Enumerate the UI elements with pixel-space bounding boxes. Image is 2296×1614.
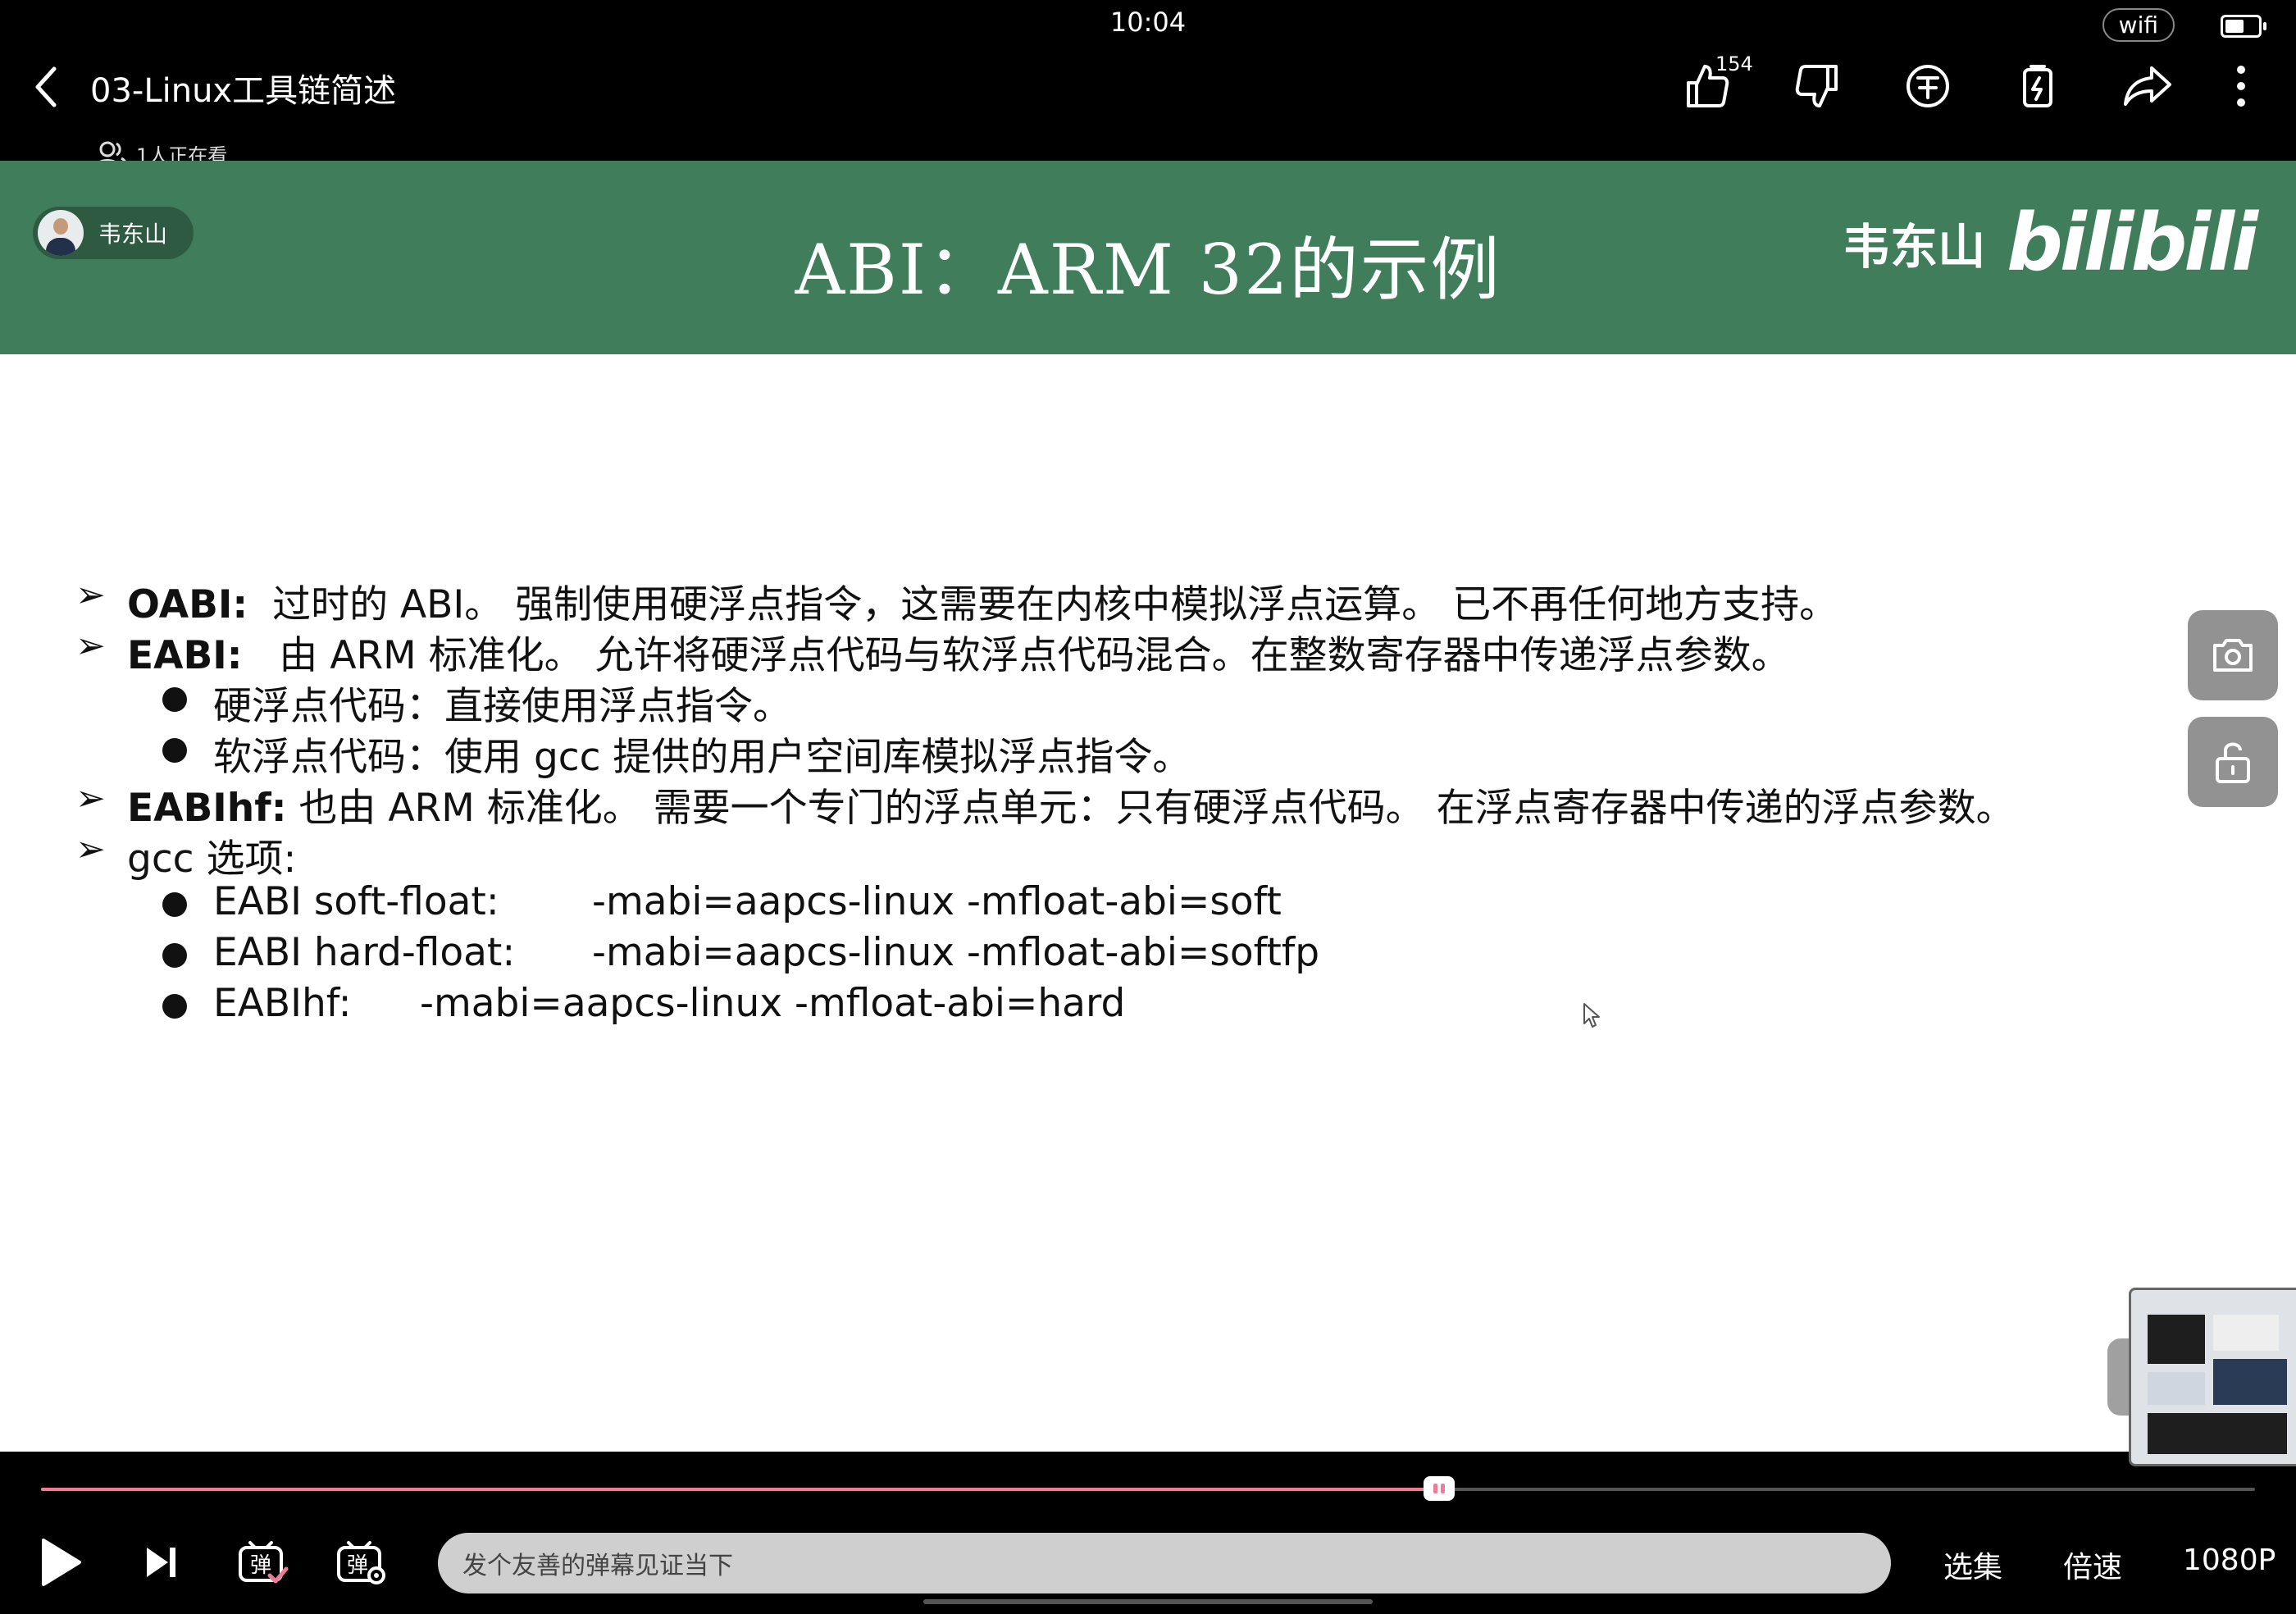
back-icon[interactable] — [28, 61, 67, 113]
dot-bullet-icon — [162, 687, 187, 712]
item-label: OABI: — [127, 582, 248, 627]
mouse-cursor-icon — [1583, 1002, 1601, 1032]
arrow-bullet-icon: ➢ — [75, 828, 106, 870]
item-label: EABIhf: — [127, 786, 287, 831]
video-title: 03-Linux工具链简述 — [90, 72, 397, 110]
arrow-bullet-icon: ➢ — [75, 574, 106, 616]
item-text: 过时的 ABI。 强制使用硬浮点指令，这需要在内核中模拟浮点运算。 已不再任何地… — [272, 582, 1838, 627]
wifi-indicator: wifi — [2102, 8, 2175, 42]
list-subitem: 硬浮点代码：直接使用浮点指令。 — [213, 684, 791, 729]
list-subitem: EABI soft-float: — [213, 879, 499, 924]
next-button[interactable] — [133, 1534, 190, 1591]
list-subitem-value: -mabi=aapcs-linux -mfloat-abi=hard — [420, 981, 1126, 1026]
arrow-bullet-icon: ➢ — [75, 625, 106, 667]
item-label: EABI: — [127, 633, 243, 678]
watermark: 韦东山 bilibili — [1843, 197, 2258, 289]
dot-bullet-icon — [162, 738, 187, 763]
danmaku-settings-icon: 弹 — [337, 1541, 385, 1584]
list-subitem: 软浮点代码：使用 gcc 提供的用户空间库模拟浮点指令。 — [213, 735, 1191, 780]
thumbs-down-icon — [1795, 65, 1838, 107]
uploader-chip[interactable]: 韦东山 — [33, 207, 194, 259]
list-subitem: EABI hard-float: — [213, 930, 516, 975]
danmaku-input[interactable]: 发个友善的弹幕见证当下 — [438, 1533, 1891, 1593]
video-frame[interactable]: ABI：ARM 32的示例 韦东山 韦东山 bilibili ➢ OABI: 过… — [0, 161, 2296, 1612]
arrow-bullet-icon: ➢ — [75, 777, 106, 819]
list-item: EABI: 由 ARM 标准化。 允许将硬浮点代码与软浮点代码混合。在整数寄存器… — [127, 623, 1790, 680]
list-subitem-value: -mabi=aapcs-linux -mfloat-abi=soft — [592, 879, 1282, 924]
battery-icon — [2221, 15, 2266, 38]
status-time: 10:04 — [1109, 7, 1187, 38]
play-button[interactable] — [31, 1534, 89, 1591]
avatar — [38, 210, 84, 256]
unlock-icon — [2216, 742, 2250, 783]
play-icon — [42, 1539, 81, 1586]
list-subitem: EABIhf: — [213, 981, 352, 1026]
coin-icon — [1906, 65, 1949, 107]
slide-header: ABI：ARM 32的示例 韦东山 韦东山 bilibili — [0, 161, 2296, 354]
like-count: 154 — [1715, 52, 1753, 75]
skip-next-icon — [147, 1548, 175, 1577]
desktop-thumbnail[interactable] — [2129, 1288, 2296, 1466]
quality-button[interactable]: 1080P — [2183, 1543, 2276, 1577]
bilibili-logo: bilibili — [2007, 197, 2258, 289]
item-text: 由 ARM 标准化。 允许将硬浮点代码与软浮点代码混合。在整数寄存器中传递浮点参… — [279, 633, 1790, 678]
list-item: OABI: 过时的 ABI。 强制使用硬浮点指令，这需要在内核中模拟浮点运算。 … — [127, 572, 1838, 629]
progress-bar[interactable] — [41, 1476, 2255, 1501]
svg-text:弹: 弹 — [347, 1553, 368, 1578]
list-subitem-value: -mabi=aapcs-linux -mfloat-abi=softfp — [592, 930, 1320, 975]
dot-bullet-icon — [162, 994, 187, 1019]
dot-bullet-icon — [162, 892, 187, 917]
dislike-button[interactable] — [1789, 57, 1847, 115]
favorite-button[interactable] — [2009, 57, 2066, 115]
svg-text:弹: 弹 — [250, 1553, 271, 1578]
danmaku-settings[interactable]: 弹 — [333, 1534, 390, 1591]
progress-handle[interactable] — [1424, 1476, 1456, 1501]
list-item: EABIhf: 也由 ARM 标准化。 需要一个专门的浮点单元：只有硬浮点代码。… — [127, 776, 2015, 832]
share-icon — [2124, 66, 2171, 106]
watermark-name: 韦东山 — [1843, 219, 1986, 275]
item-text: 也由 ARM 标准化。 需要一个专门的浮点单元：只有硬浮点代码。 在浮点寄存器中… — [298, 786, 2015, 831]
camera-icon — [2213, 639, 2253, 672]
charge-icon — [2023, 65, 2052, 107]
dot-bullet-icon — [162, 943, 187, 968]
progress-fill — [41, 1488, 1440, 1491]
danmaku-toggle-icon: 弹 — [239, 1541, 289, 1584]
more-vertical-icon — [2237, 66, 2245, 107]
speed-button[interactable]: 倍速 — [2063, 1543, 2122, 1586]
screenshot-button[interactable] — [2188, 610, 2278, 700]
coin-button[interactable] — [1899, 57, 1957, 115]
time-readout: 15:05/23:45 — [43, 1411, 194, 1439]
lock-screen-button[interactable] — [2188, 717, 2278, 807]
uploader-name: 韦东山 — [98, 221, 168, 248]
episodes-button[interactable]: 选集 — [1943, 1543, 2002, 1586]
share-button[interactable] — [2119, 57, 2176, 115]
more-button[interactable] — [2212, 57, 2270, 115]
list-item: gcc 选项: — [127, 837, 297, 882]
home-indicator[interactable] — [923, 1599, 1373, 1604]
danmaku-toggle[interactable]: 弹 — [235, 1534, 292, 1591]
